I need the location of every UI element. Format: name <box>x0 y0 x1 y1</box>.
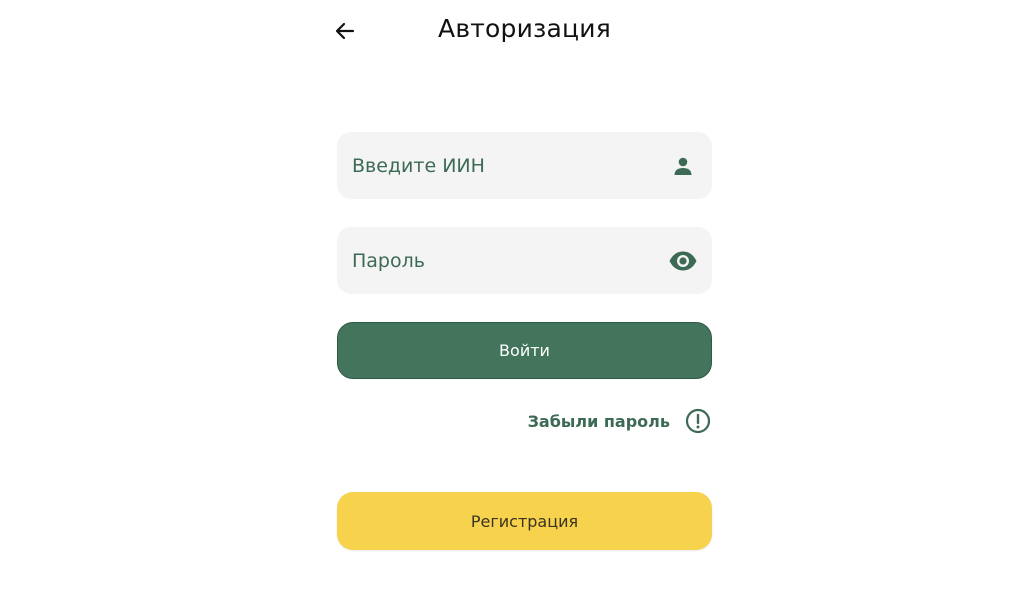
iin-input[interactable] <box>352 154 668 177</box>
forgot-password-link[interactable]: Забыли пароль <box>528 406 712 436</box>
password-field[interactable] <box>337 227 712 294</box>
page-title: Авторизация <box>438 14 611 43</box>
person-icon <box>668 151 698 181</box>
register-button[interactable]: Регистрация <box>337 492 712 550</box>
exclamation-circle-icon <box>684 407 712 435</box>
password-input[interactable] <box>352 249 668 272</box>
forgot-password-label: Забыли пароль <box>527 411 670 431</box>
login-button[interactable]: Войти <box>337 322 712 379</box>
iin-field[interactable] <box>337 132 712 199</box>
eye-icon[interactable] <box>668 246 698 276</box>
auth-screen: Авторизация Войти Забыли пароль <box>0 0 1024 611</box>
